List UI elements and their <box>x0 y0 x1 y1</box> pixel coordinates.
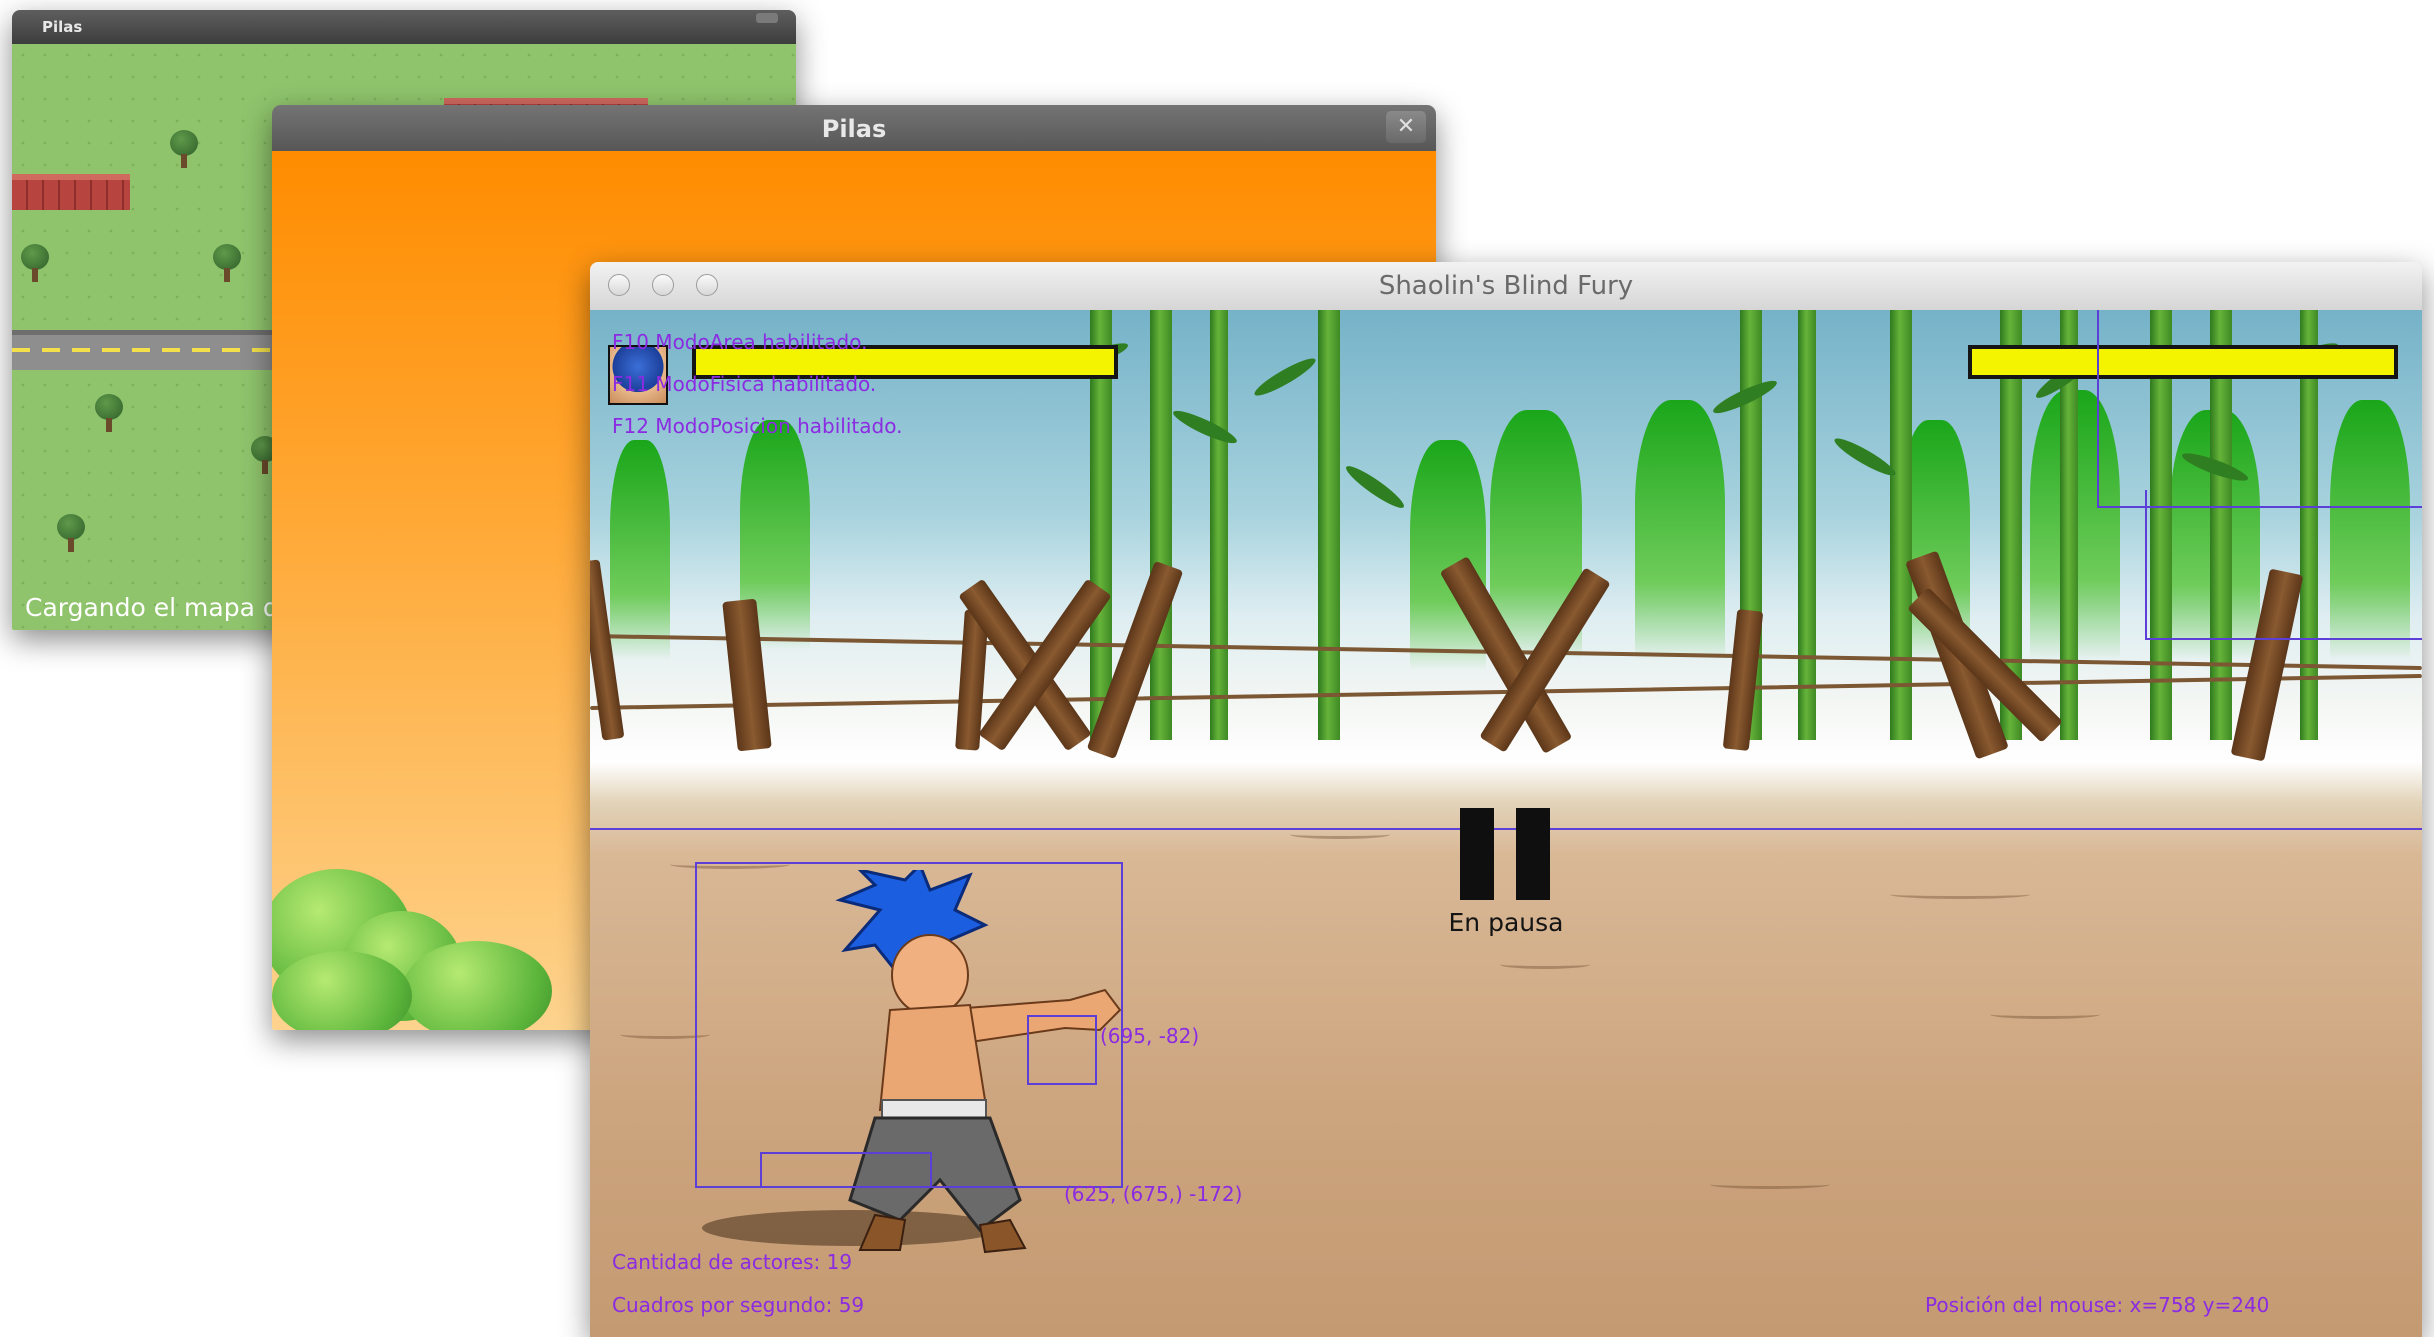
bamboo-leaf <box>1831 433 1899 481</box>
pagoda-silhouette <box>1410 440 1486 670</box>
bamboo <box>1798 310 1816 740</box>
title-bar[interactable]: Shaolin's Blind Fury <box>590 262 2422 311</box>
tree-sprite <box>167 130 201 170</box>
mouse-position: Posición del mouse: x=758 y=240 <box>1925 1293 2270 1317</box>
debug-feet-box <box>760 1152 932 1188</box>
loading-text: Cargando el mapa d <box>25 593 279 622</box>
pagoda-silhouette <box>1635 400 1725 660</box>
actor-count: Cantidad de actores: 19 <box>612 1250 853 1274</box>
tree-sprite <box>54 514 88 554</box>
ground-crack <box>1500 960 1590 969</box>
bush <box>402 941 552 1030</box>
hand-coords: (695, -82) <box>1100 1024 1200 1048</box>
tree-sprite <box>18 244 52 284</box>
bamboo <box>1210 310 1228 740</box>
window-title: Pilas <box>42 18 83 36</box>
debug-mode-area: F10 ModoArea habilitado. <box>612 330 868 354</box>
debug-collision-box <box>2145 490 2422 640</box>
bamboo-leaf <box>1342 461 1408 513</box>
fps-counter: Cuadros por segundo: 59 <box>612 1293 865 1317</box>
pause-icon <box>1460 808 1554 900</box>
ground-crack <box>1290 830 1390 839</box>
bamboo <box>1318 310 1340 740</box>
tree-sprite <box>92 394 126 434</box>
close-icon[interactable] <box>756 13 778 23</box>
close-icon[interactable]: ✕ <box>1386 111 1426 143</box>
ground-crack <box>1710 1180 1830 1189</box>
ground-crack <box>1990 1010 2100 1019</box>
title-bar[interactable]: Pilas ✕ <box>272 105 1436 151</box>
bamboo-leaf <box>1170 405 1240 449</box>
pagoda-silhouette <box>610 440 670 660</box>
bamboo-leaf <box>1251 353 1319 401</box>
window-title: Shaolin's Blind Fury <box>1378 271 1634 301</box>
tree-sprite <box>210 244 244 284</box>
bamboo <box>1890 310 1912 740</box>
window-shaolin: Shaolin's Blind Fury F10 ModoArea habili… <box>590 262 2422 1337</box>
debug-collision-box <box>2097 310 2422 508</box>
brick-wall <box>12 174 130 210</box>
game-stage: F10 ModoArea habilitado. F11 ModoFisica … <box>590 310 2422 1337</box>
pause-label: En pausa <box>1448 908 1564 937</box>
title-bar[interactable]: Pilas <box>12 10 796 44</box>
bamboo <box>1150 310 1172 740</box>
feet-coords: (625, (675,) -172) <box>1064 1182 1243 1206</box>
debug-mode-position: F12 ModoPosicion habilitado. <box>612 414 903 438</box>
ground-crack <box>1890 890 2030 899</box>
debug-hand-box <box>1027 1015 1097 1085</box>
window-title: Pilas <box>821 115 887 143</box>
debug-mode-physics: F11 ModoFisica habilitado. <box>612 372 877 396</box>
